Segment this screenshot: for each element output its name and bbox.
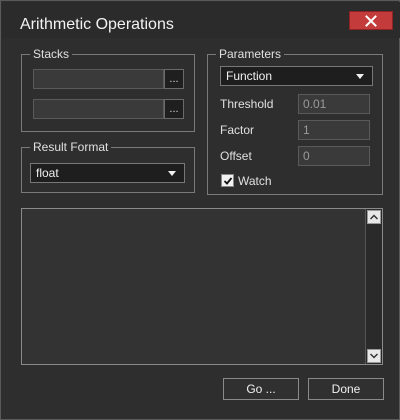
- chevron-down-icon: [168, 171, 176, 176]
- checkmark-icon: [223, 176, 232, 185]
- function-select[interactable]: Function: [220, 66, 373, 86]
- result-format-select[interactable]: float: [30, 163, 185, 183]
- result-format-legend: Result Format: [30, 140, 112, 154]
- result-format-value: float: [36, 166, 59, 180]
- parameters-legend: Parameters: [216, 47, 285, 61]
- chevron-up-icon: [370, 214, 378, 220]
- close-button[interactable]: [349, 11, 393, 30]
- factor-label: Factor: [220, 123, 255, 137]
- stacks-legend: Stacks: [30, 47, 73, 61]
- arithmetic-operations-dialog: Arithmetic Operations Stacks ... ... Res…: [0, 0, 400, 420]
- threshold-field[interactable]: 0.01: [298, 94, 370, 114]
- window-title: Arithmetic Operations: [20, 16, 174, 33]
- result-format-group: Result Format float: [21, 140, 195, 193]
- chevron-down-icon: [356, 74, 364, 79]
- factor-field[interactable]: 1: [298, 120, 370, 140]
- offset-label: Offset: [220, 149, 252, 163]
- watch-label[interactable]: Watch: [238, 174, 272, 188]
- vertical-scrollbar[interactable]: [365, 209, 382, 364]
- stack1-field[interactable]: [33, 69, 164, 89]
- parameters-group: Parameters Function Threshold 0.01 Facto…: [207, 47, 383, 195]
- output-log[interactable]: [21, 208, 383, 365]
- scroll-down-button[interactable]: [367, 349, 381, 363]
- function-value: Function: [226, 69, 273, 83]
- watch-checkbox[interactable]: [221, 174, 234, 187]
- stack1-browse-button[interactable]: ...: [164, 69, 184, 89]
- stacks-group: Stacks ... ...: [21, 47, 195, 132]
- threshold-label: Threshold: [220, 97, 274, 111]
- stack2-field[interactable]: [33, 99, 164, 119]
- chevron-down-icon: [370, 353, 378, 359]
- offset-field[interactable]: 0: [298, 146, 370, 166]
- close-icon: [365, 14, 377, 27]
- title-bar[interactable]: Arithmetic Operations: [2, 2, 400, 38]
- stack2-browse-button[interactable]: ...: [164, 99, 184, 119]
- done-button[interactable]: Done: [308, 378, 384, 400]
- go-button[interactable]: Go ...: [223, 378, 299, 400]
- scroll-up-button[interactable]: [367, 210, 381, 224]
